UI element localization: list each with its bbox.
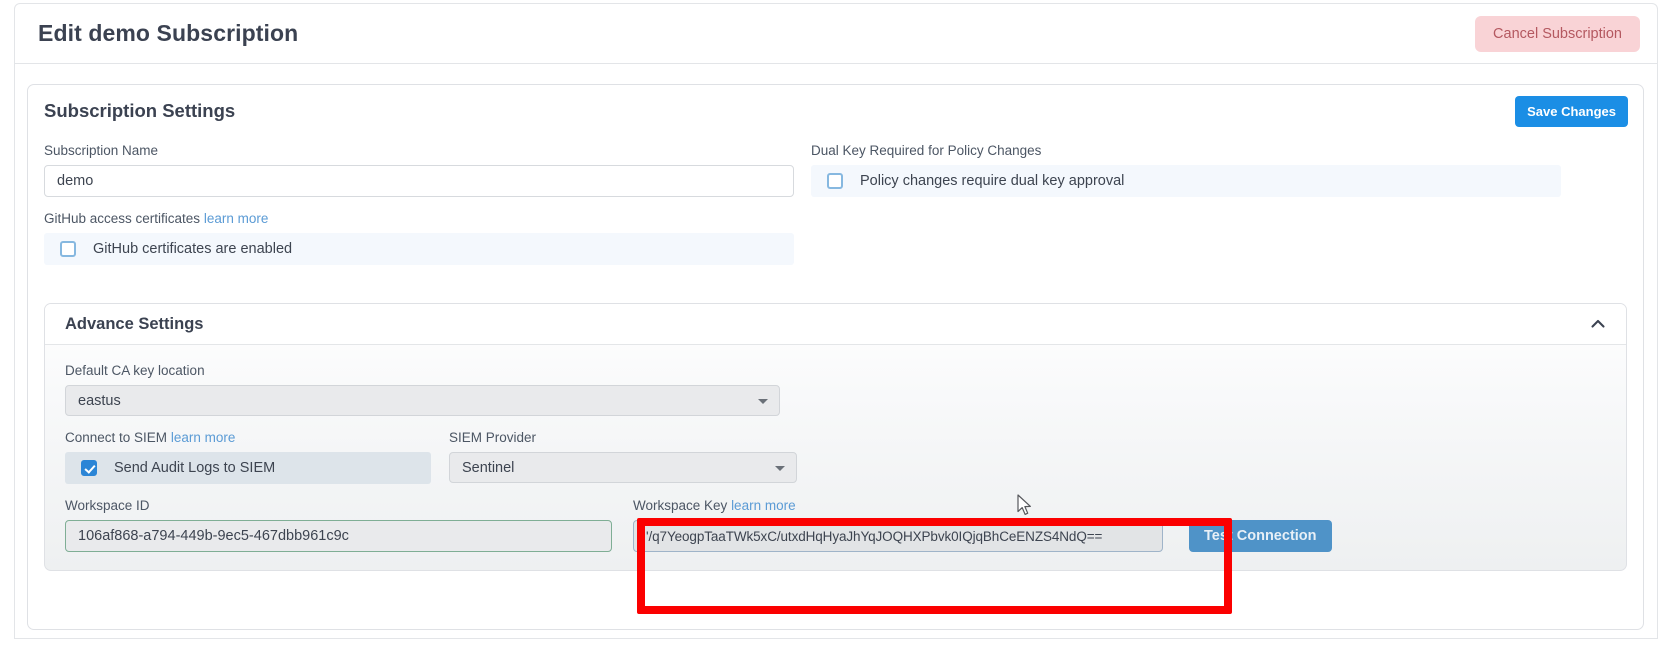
connect-to-siem-label: Connect to SIEM learn more xyxy=(65,430,431,445)
dual-key-checkbox[interactable] xyxy=(827,173,843,189)
connect-to-siem-field: Connect to SIEM learn more Send Audit Lo… xyxy=(65,430,431,484)
send-audit-logs-checkbox-row[interactable]: Send Audit Logs to SIEM xyxy=(65,452,431,484)
workspace-key-field: Workspace Key learn more xyxy=(633,498,1163,552)
chevron-up-icon[interactable] xyxy=(1589,315,1607,333)
siem-provider-label: SIEM Provider xyxy=(449,430,537,445)
workspace-key-label-text: Workspace Key xyxy=(633,498,728,513)
edit-subscription-page: Edit demo Subscription Cancel Subscripti… xyxy=(0,0,1670,656)
settings-right-column: Dual Key Required for Policy Changes Pol… xyxy=(811,143,1561,265)
github-certificates-label: GitHub access certificates learn more xyxy=(44,211,794,226)
subscription-name-label: Subscription Name xyxy=(44,143,159,158)
advance-settings-body: Default CA key location eastus Connect t… xyxy=(45,345,1626,552)
default-ca-key-location-field: Default CA key location eastus xyxy=(65,363,780,416)
workspace-key-learn-more-link[interactable]: learn more xyxy=(731,498,796,513)
send-audit-logs-checkbox-label: Send Audit Logs to SIEM xyxy=(114,460,276,476)
advance-settings-panel: Advance Settings Default CA key location… xyxy=(44,303,1627,571)
save-changes-button[interactable]: Save Changes xyxy=(1515,95,1628,127)
settings-fields-grid: Subscription Name GitHub access certific… xyxy=(28,143,1643,265)
workspace-id-input[interactable] xyxy=(65,520,612,552)
github-certificates-learn-more-link[interactable]: learn more xyxy=(204,211,269,226)
cancel-subscription-button[interactable]: Cancel Subscription xyxy=(1475,15,1640,52)
workspace-key-label: Workspace Key learn more xyxy=(633,498,1163,513)
advance-settings-header[interactable]: Advance Settings xyxy=(45,304,1626,345)
siem-provider-select[interactable]: Sentinel xyxy=(449,452,797,483)
advance-settings-title: Advance Settings xyxy=(65,314,204,333)
siem-provider-field: SIEM Provider Sentinel xyxy=(449,430,797,484)
connect-to-siem-label-text: Connect to SIEM xyxy=(65,430,168,445)
send-audit-logs-checkbox[interactable] xyxy=(81,460,97,476)
settings-left-column: Subscription Name GitHub access certific… xyxy=(44,143,794,265)
workspace-key-input[interactable] xyxy=(633,520,1163,552)
chevron-down-icon xyxy=(775,465,785,471)
default-ca-key-location-value: eastus xyxy=(78,392,121,409)
subscription-settings-title: Subscription Settings xyxy=(44,100,236,121)
github-certificates-checkbox-row[interactable]: GitHub certificates are enabled xyxy=(44,233,794,265)
github-certificates-checkbox-label: GitHub certificates are enabled xyxy=(93,241,293,257)
workspace-id-field: Workspace ID xyxy=(65,498,612,552)
default-ca-key-location-label: Default CA key location xyxy=(65,363,205,378)
page-title: Edit demo Subscription xyxy=(38,20,299,46)
test-connection-button[interactable]: Test Connection xyxy=(1189,520,1332,552)
page-header: Edit demo Subscription Cancel Subscripti… xyxy=(14,3,1658,64)
chevron-down-icon xyxy=(758,398,768,404)
dual-key-checkbox-row[interactable]: Policy changes require dual key approval xyxy=(811,165,1561,197)
siem-provider-value: Sentinel xyxy=(462,459,515,476)
github-certificates-checkbox[interactable] xyxy=(60,241,76,257)
siem-row: Connect to SIEM learn more Send Audit Lo… xyxy=(65,430,1606,484)
subscription-name-input[interactable] xyxy=(44,165,794,197)
subscription-settings-header: Subscription Settings Save Changes xyxy=(28,85,1643,137)
dual-key-label: Dual Key Required for Policy Changes xyxy=(811,143,1042,158)
github-certificates-label-text: GitHub access certificates xyxy=(44,211,201,226)
default-ca-key-location-select[interactable]: eastus xyxy=(65,385,780,416)
dual-key-checkbox-label: Policy changes require dual key approval xyxy=(860,173,1125,189)
workspace-row: Workspace ID Workspace Key learn more Te… xyxy=(65,498,1606,552)
connect-to-siem-learn-more-link[interactable]: learn more xyxy=(171,430,236,445)
workspace-id-label: Workspace ID xyxy=(65,498,150,513)
subscription-settings-card: Subscription Settings Save Changes Subsc… xyxy=(27,84,1644,630)
